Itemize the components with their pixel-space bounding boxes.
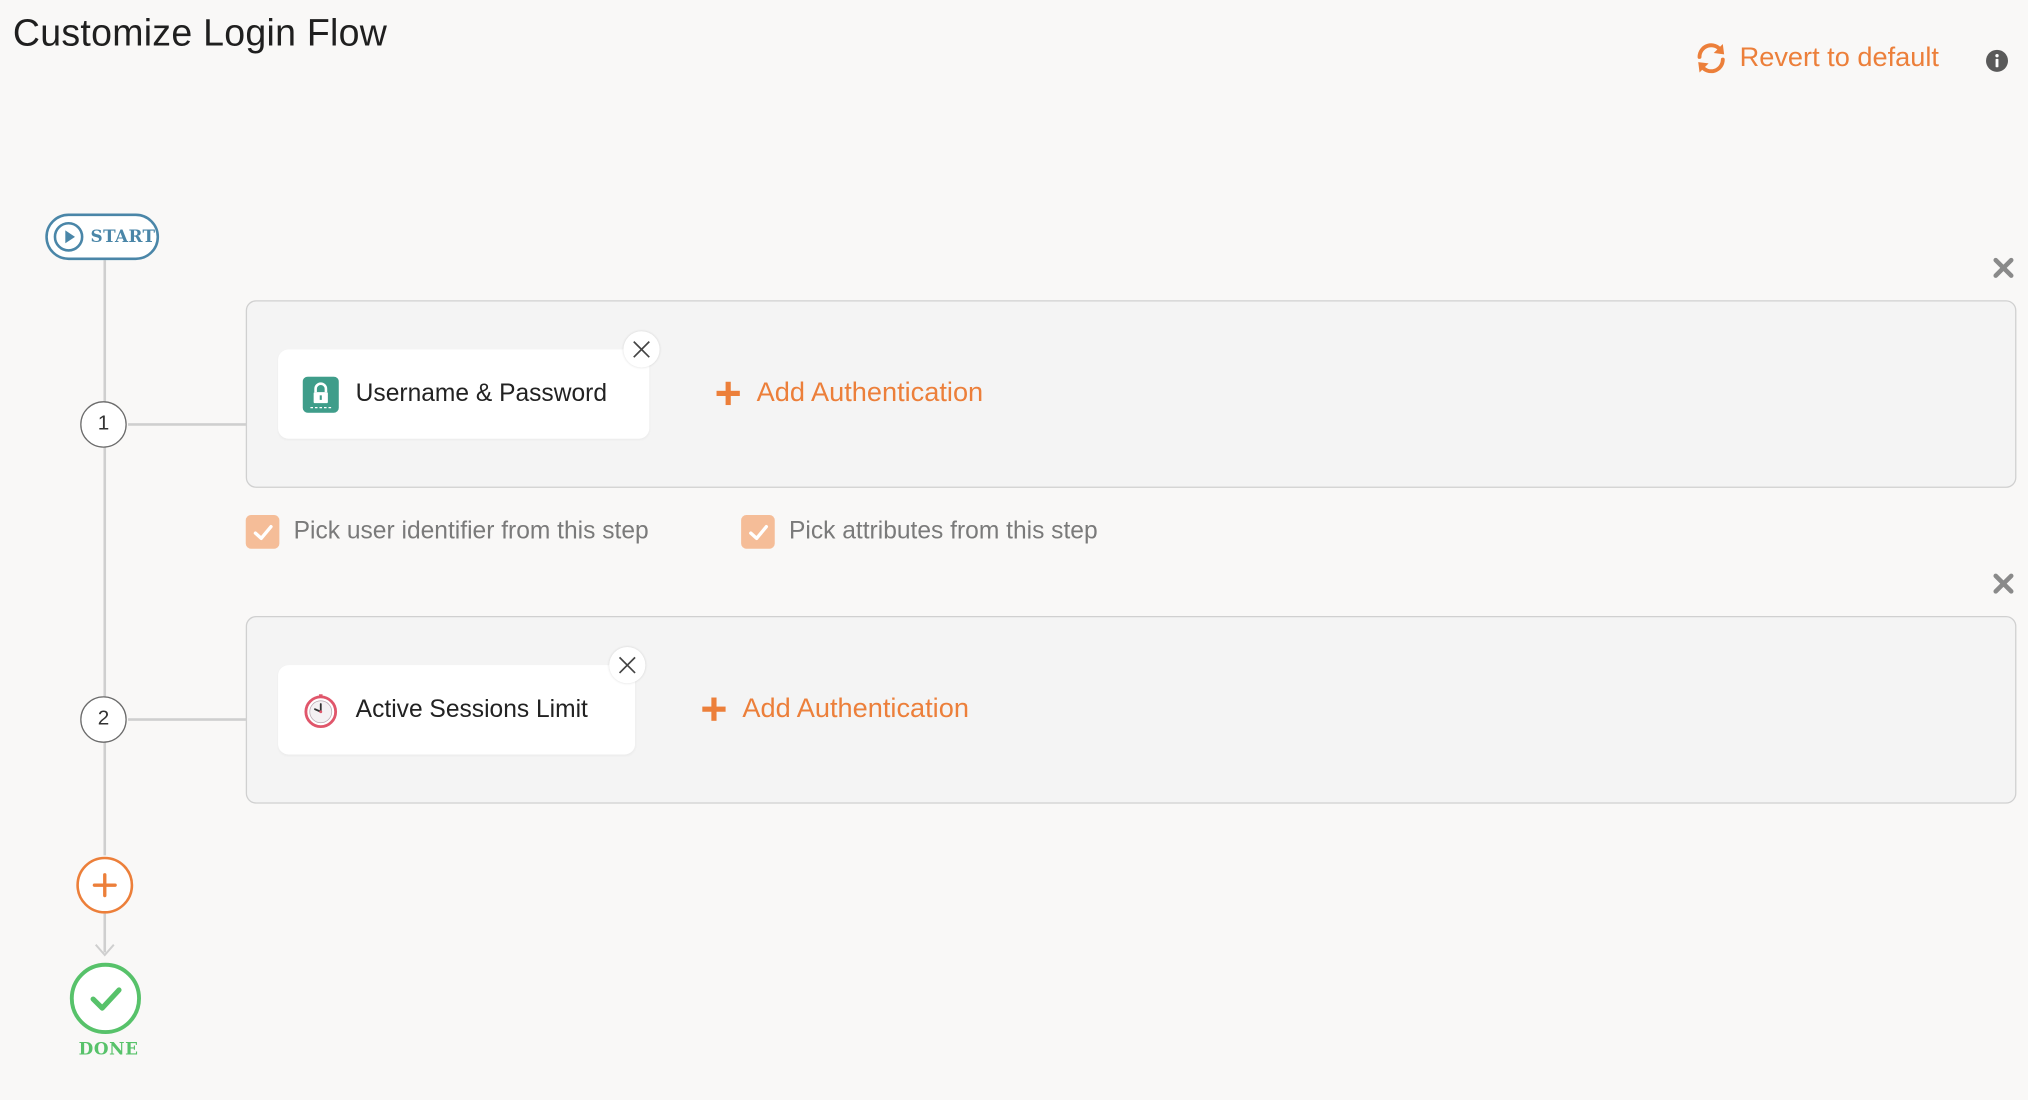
remove-authenticator-button[interactable] <box>623 331 660 368</box>
pick-user-identifier-checkbox[interactable]: Pick user identifier from this step <box>245 515 649 549</box>
pick-attributes-checkbox[interactable]: Pick attributes from this step <box>741 515 1098 549</box>
add-authentication-label: Add Authentication <box>756 377 984 408</box>
add-authentication-button-step-1[interactable]: Add Authentication <box>715 378 983 409</box>
add-step-button[interactable] <box>76 856 134 914</box>
step-1-connector <box>128 423 248 426</box>
authenticator-card-username-password[interactable]: Username & Password <box>278 349 650 439</box>
authenticator-label: Active Sessions Limit <box>355 695 588 723</box>
clock-icon <box>304 693 338 728</box>
lock-icon <box>302 375 339 413</box>
start-node: START <box>45 213 160 261</box>
page-title: Customize Login Flow <box>12 12 388 55</box>
remove-step-2-icon[interactable] <box>1991 571 2017 597</box>
done-node <box>69 962 141 1034</box>
authenticator-card-active-sessions-limit[interactable]: Active Sessions Limit <box>278 665 636 755</box>
checkmark-icon <box>89 986 121 1011</box>
flow-connector-line <box>103 260 106 856</box>
revert-to-default-button[interactable]: Revert to default <box>1694 41 1939 75</box>
login-flow-editor: Customize Login Flow Revert to default S… <box>0 0 2028 1100</box>
play-icon <box>53 221 84 252</box>
add-authentication-button-step-2[interactable]: Add Authentication <box>701 694 969 725</box>
checkbox-label: Pick user identifier from this step <box>293 517 649 545</box>
authenticator-label: Username & Password <box>355 379 607 407</box>
check-icon <box>253 524 273 540</box>
add-authentication-label: Add Authentication <box>742 693 969 724</box>
start-label: START <box>90 227 156 247</box>
close-icon <box>633 341 650 358</box>
step-number-2: 2 <box>80 696 127 743</box>
close-icon <box>618 656 636 674</box>
step-2-connector <box>128 718 248 721</box>
plus-circle-icon <box>92 873 117 898</box>
step-number-1: 1 <box>80 401 127 448</box>
remove-authenticator-button[interactable] <box>609 647 646 684</box>
checkbox-label: Pick attributes from this step <box>788 517 1098 545</box>
checkbox[interactable] <box>245 515 280 549</box>
revert-label: Revert to default <box>1739 42 1939 73</box>
remove-step-1-icon[interactable] <box>1991 255 2017 281</box>
refresh-icon <box>1697 43 1725 74</box>
check-icon <box>748 524 768 540</box>
plus-icon <box>702 697 726 721</box>
info-icon[interactable] <box>1985 49 2009 72</box>
checkbox[interactable] <box>741 515 775 549</box>
arrow-down-icon <box>94 944 115 957</box>
done-label: DONE <box>78 1040 139 1060</box>
plus-icon <box>716 381 740 406</box>
